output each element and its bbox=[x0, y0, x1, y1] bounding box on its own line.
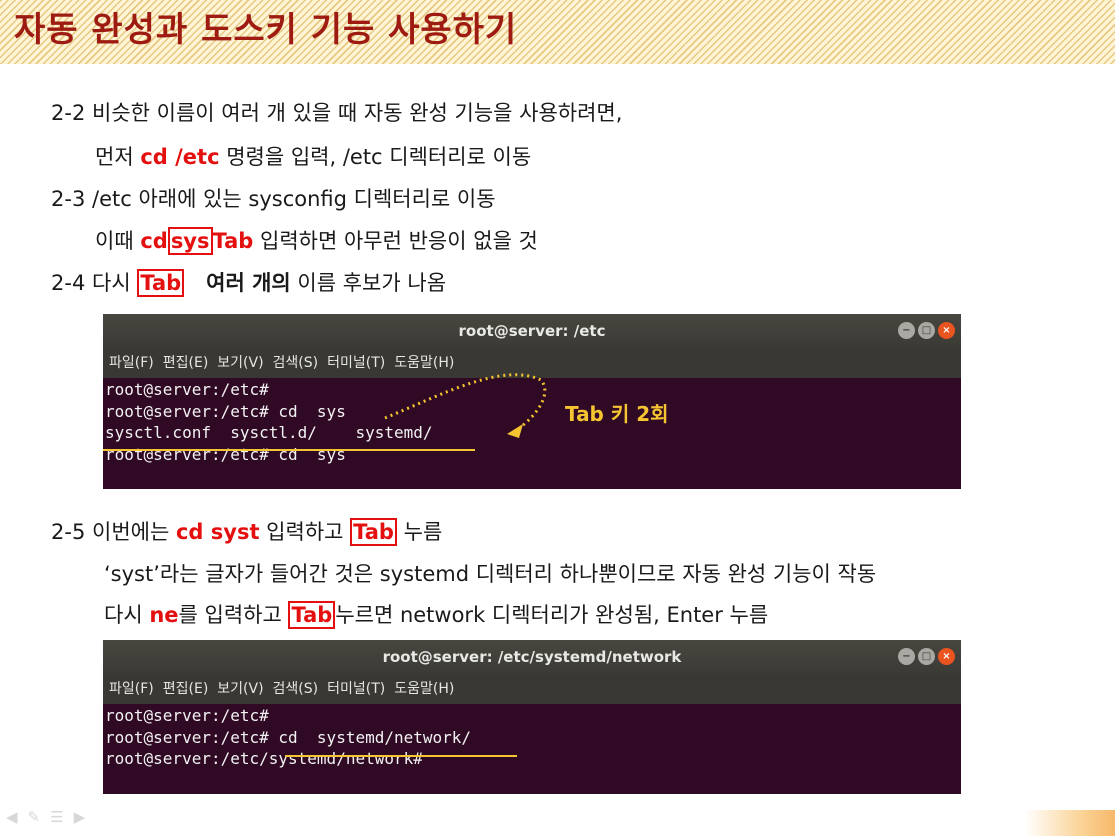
step-number: 2-3 bbox=[51, 187, 86, 211]
annotation-overlay bbox=[103, 373, 547, 451]
step-2-2: 2-2 비슷한 이름이 여러 개 있을 때 자동 완성 기능을 사용하려면, bbox=[51, 98, 622, 128]
bold-text: 여러 개의 bbox=[206, 271, 291, 295]
tab-key-box: Tab bbox=[350, 518, 397, 546]
command-highlight: cd /etc bbox=[140, 145, 220, 169]
terminal-window-2: root@server: /etc/systemd/network − □ × … bbox=[103, 640, 961, 794]
step-2-5-detail: ‘syst’라는 글자가 들어간 것은 systemd 디렉터리 하나뿐이므로 … bbox=[104, 562, 877, 586]
menu-icon[interactable]: ☰ bbox=[50, 808, 63, 826]
tab-key-box: Tab bbox=[288, 601, 336, 629]
step-number: 2-2 bbox=[51, 101, 86, 125]
slide-title: 자동 완성과 도스키 기능 사용하기 bbox=[14, 10, 518, 50]
step-2-5-detail-2: 다시 ne를 입력하고 Tab 누르면 network 디렉터리가 완성됨, En… bbox=[104, 600, 768, 630]
text: 명령을 입력, /etc 디렉터리로 이동 bbox=[219, 145, 532, 169]
step-text: /etc 아래에 있는 sysconfig 디렉터리로 이동 bbox=[92, 187, 496, 211]
text: 다시 bbox=[104, 603, 150, 627]
text: 이때 bbox=[95, 229, 141, 253]
annotation-overlay bbox=[285, 755, 517, 757]
text: 먼저 bbox=[95, 145, 141, 169]
back-arrow-icon[interactable]: ◀ bbox=[6, 808, 18, 826]
sys-boxed: sys bbox=[167, 227, 213, 255]
tab-key-box: Tab bbox=[137, 269, 185, 297]
text: 이름 후보가 나옴 bbox=[290, 271, 447, 295]
command-highlight: cd syst bbox=[175, 520, 260, 544]
forward-arrow-icon[interactable]: ▶ bbox=[74, 808, 86, 826]
text: 이번에는 bbox=[92, 520, 176, 544]
step-number: 2-4 bbox=[51, 271, 86, 295]
text: 누르면 network 디렉터리가 완성됨, Enter 누름 bbox=[335, 603, 769, 627]
step-2-3: 2-3 /etc 아래에 있는 sysconfig 디렉터리로 이동 bbox=[51, 184, 496, 214]
arrow-head bbox=[507, 424, 523, 438]
ne-highlight: ne bbox=[149, 603, 179, 627]
terminal-window-1: root@server: /etc − □ × 파일(F) 편집(E) 보기(V… bbox=[103, 314, 961, 489]
dotted-arrow bbox=[384, 373, 547, 432]
step-text: 비슷한 이름이 여러 개 있을 때 자동 완성 기능을 사용하려면, bbox=[92, 101, 623, 125]
pen-icon[interactable]: ✎ bbox=[28, 808, 41, 826]
text: 다시 bbox=[92, 271, 138, 295]
tab-key-highlight: Tab bbox=[212, 229, 254, 253]
step-number: 2-5 bbox=[51, 520, 86, 544]
text: 입력하면 아무런 반응이 없을 것 bbox=[253, 229, 538, 253]
title-bar: 자동 완성과 도스키 기능 사용하기 bbox=[0, 0, 1115, 64]
step-2-5: 2-5 이번에는 cd syst 입력하고 Tab 누름 bbox=[51, 517, 442, 547]
text: 를 입력하고 bbox=[178, 603, 289, 627]
tab-callout: Tab 키 2회 bbox=[565, 402, 669, 426]
slide-navigation: ◀ ✎ ☰ ▶ bbox=[6, 808, 85, 826]
step-2-2-detail: 먼저 cd /etc 명령을 입력, /etc 디렉터리로 이동 bbox=[95, 142, 531, 172]
command-highlight: cd bbox=[140, 229, 168, 253]
step-2-3-detail: 이때 cd sys Tab 입력하면 아무런 반응이 없을 것 bbox=[95, 226, 538, 256]
text: 누름 bbox=[396, 520, 443, 544]
text: 입력하고 bbox=[259, 520, 351, 544]
step-2-4: 2-4 다시 Tab 여러 개의 이름 후보가 나옴 bbox=[51, 268, 446, 298]
corner-accent bbox=[1025, 810, 1115, 836]
